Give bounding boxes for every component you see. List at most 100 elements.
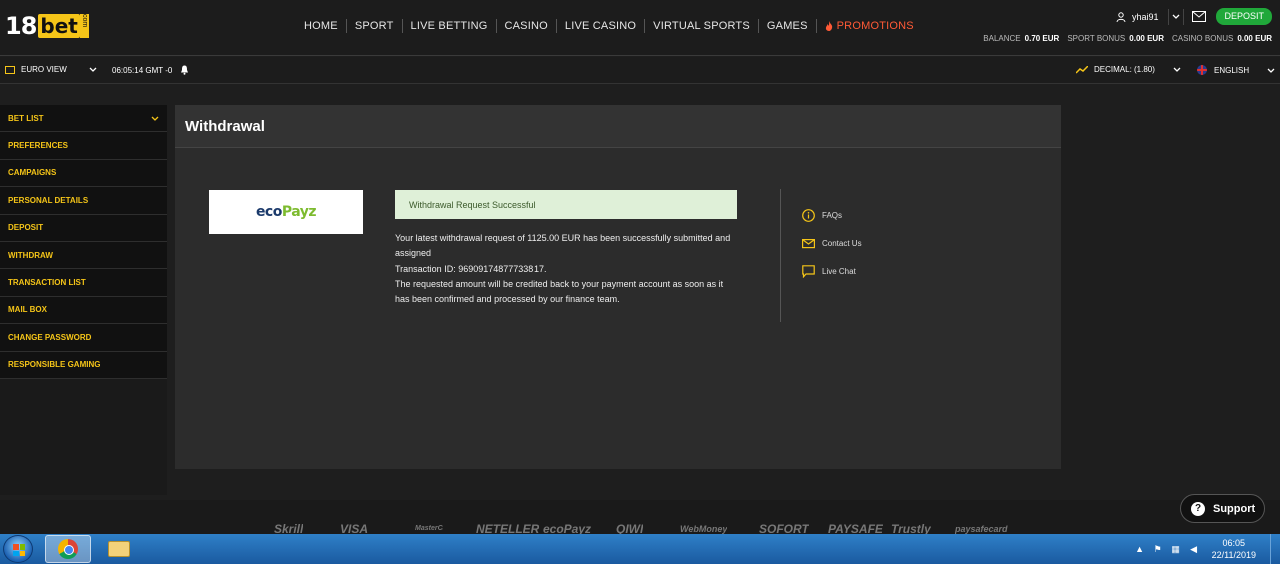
logo-number: 18 xyxy=(5,12,37,40)
logo-part-eco: eco xyxy=(255,204,282,220)
taskbar-chrome[interactable] xyxy=(45,535,91,563)
logo-word: bet xyxy=(38,14,80,38)
nav-virtual-sports[interactable]: VIRTUAL SPORTS xyxy=(645,19,759,33)
sidebar-item-change-password[interactable]: CHANGE PASSWORD xyxy=(0,324,167,352)
clock: 06:05:14 GMT -0 xyxy=(112,65,189,75)
tray-date: 22/11/2019 xyxy=(1211,550,1256,560)
chevron-down-icon xyxy=(1267,68,1275,73)
taskbar: ▲ ⚑ ▦ ◀ 06:05 22/11/2019 xyxy=(0,534,1280,564)
nav-home[interactable]: HOME xyxy=(296,19,347,33)
sidebar-item-campaigns[interactable]: CAMPAIGNS xyxy=(0,159,167,188)
windows-logo-icon xyxy=(13,544,25,556)
envelope-icon xyxy=(802,238,815,248)
skrill-logo: Skrill xyxy=(274,522,304,534)
site-logo[interactable]: 18 bet com xyxy=(5,12,89,40)
sidebar-item-personal-details[interactable]: PERSONAL DETAILS xyxy=(0,187,167,215)
bell-icon[interactable] xyxy=(180,65,189,75)
nav-casino[interactable]: CASINO xyxy=(497,19,557,33)
monitor-icon xyxy=(5,65,15,74)
sidebar-item-mail-box[interactable]: MAIL BOX xyxy=(0,296,167,325)
sport-bonus-value: 0.00 EUR xyxy=(1129,34,1164,43)
taskbar-explorer[interactable] xyxy=(96,535,142,563)
contact-us-link[interactable]: Contact Us xyxy=(802,229,862,257)
top-header: 18 bet com HOME SPORT LIVE BETTING CASIN… xyxy=(0,0,1280,56)
show-hidden-icon[interactable]: ▲ xyxy=(1134,544,1146,554)
start-button[interactable] xyxy=(3,535,33,563)
tray-clock[interactable]: 06:05 22/11/2019 xyxy=(1212,537,1256,561)
withdrawal-panel: Withdrawal ecoPayz Withdrawal Request Su… xyxy=(175,105,1061,469)
sidebar-item-preferences[interactable]: PREFERENCES xyxy=(0,132,167,160)
paysafe-logo: PAYSAFE xyxy=(828,522,883,534)
nav-live-casino[interactable]: LIVE CASINO xyxy=(557,19,646,33)
sidebar-item-label: WITHDRAW xyxy=(8,250,53,260)
sidebar-item-responsible-gaming[interactable]: RESPONSIBLE GAMING xyxy=(0,351,167,379)
show-desktop-button[interactable] xyxy=(1270,534,1280,564)
trustly-logo: Trustly xyxy=(891,522,931,534)
odds-icon xyxy=(1076,65,1088,74)
sidebar-item-label: TRANSACTION LIST xyxy=(8,278,86,288)
support-button[interactable]: ? Support xyxy=(1180,494,1265,523)
confirmation-message: Your latest withdrawal request of 1125.0… xyxy=(395,231,740,307)
success-alert: Withdrawal Request Successful xyxy=(395,190,737,219)
casino-bonus: CASINO BONUS 0.00 EUR xyxy=(1172,34,1272,43)
account-sidebar: BET LIST PREFERENCES CAMPAIGNS PERSONAL … xyxy=(0,105,167,495)
account-dropdown[interactable] xyxy=(1168,8,1185,25)
tray-time: 06:05 xyxy=(1222,538,1246,548)
nav-sport[interactable]: SPORT xyxy=(347,19,403,33)
balances: BALANCE 0.70 EUR SPORT BONUS 0.00 EUR CASI… xyxy=(975,34,1272,43)
sidebar-item-label: CAMPAIGNS xyxy=(8,168,57,178)
mastercard-logo: MasterCard xyxy=(415,525,443,532)
help-links: FAQs Contact Us Live Chat xyxy=(802,201,862,285)
sidebar-item-label: MAIL BOX xyxy=(8,305,47,315)
chevron-down-icon xyxy=(151,116,159,121)
nav-live-betting[interactable]: LIVE BETTING xyxy=(403,19,497,33)
message-line: The requested amount will be credited ba… xyxy=(395,278,724,305)
live-chat-link[interactable]: Live Chat xyxy=(802,257,862,285)
faqs-label: FAQs xyxy=(822,210,843,220)
deposit-button[interactable]: DEPOSIT xyxy=(1216,8,1272,25)
neteller-logo: NETELLER xyxy=(476,522,540,534)
action-center-icon[interactable]: ⚑ xyxy=(1152,544,1164,554)
sidebar-item-label: DEPOSIT xyxy=(8,223,44,233)
sidebar-item-deposit[interactable]: DEPOSIT xyxy=(0,214,167,242)
chevron-down-icon xyxy=(1173,14,1180,19)
panel-header: Withdrawal xyxy=(175,105,1061,148)
sidebar-item-label: RESPONSIBLE GAMING xyxy=(8,360,101,370)
view-label: EURO VIEW xyxy=(21,65,67,74)
username[interactable]: yhai91 xyxy=(1132,12,1159,22)
odds-format-selector[interactable]: DECIMAL: (1.80) xyxy=(1076,65,1181,74)
clock-text: 06:05:14 GMT -0 xyxy=(112,65,173,75)
info-icon xyxy=(802,208,815,222)
system-tray: ▲ ⚑ ▦ ◀ 06:05 22/11/2019 xyxy=(1128,534,1280,564)
message-line: Your latest withdrawal request of 1125.0… xyxy=(395,233,731,259)
network-icon[interactable]: ▦ xyxy=(1170,544,1182,554)
sidebar-item-withdraw[interactable]: WITHDRAW xyxy=(0,241,167,270)
tray-icons: ▲ ⚑ ▦ ◀ xyxy=(1128,544,1200,554)
casino-bonus-value: 0.00 EUR xyxy=(1237,34,1272,43)
sidebar-item-transaction-list[interactable]: TRANSACTION LIST xyxy=(0,269,167,297)
language-label: ENGLISH xyxy=(1214,65,1250,75)
logo-tld: com xyxy=(79,14,89,38)
visa-logo: VISA xyxy=(340,522,369,534)
divider xyxy=(780,189,781,322)
language-selector[interactable]: ENGLISH xyxy=(1197,65,1275,75)
volume-icon[interactable]: ◀ xyxy=(1188,544,1200,554)
view-selector[interactable]: EURO VIEW xyxy=(5,65,97,74)
casino-bonus-label: CASINO BONUS xyxy=(1171,34,1234,43)
user-area: yhai91 DEPOSIT xyxy=(1116,8,1272,25)
sport-bonus: SPORT BONUS 0.00 EUR xyxy=(1067,34,1164,43)
uk-flag-icon xyxy=(1197,65,1207,75)
transaction-id: Transaction ID: 969091748777338 17. xyxy=(395,263,547,274)
balance-value: 0.70 EUR xyxy=(1024,34,1060,43)
mail-icon[interactable] xyxy=(1192,11,1207,22)
sidebar-item-bet-list[interactable]: BET LIST xyxy=(0,105,167,133)
sofort-logo: SOFORT xyxy=(759,522,809,534)
chat-bubble-icon xyxy=(802,264,815,278)
nav-promotions[interactable]: PROMOTIONS xyxy=(817,19,922,33)
nav-games[interactable]: GAMES xyxy=(759,19,817,33)
ecopayz-footer-logo: ecoPayz xyxy=(543,522,592,534)
balance: BALANCE 0.70 EUR xyxy=(983,34,1059,43)
qiwi-logo: QIWI xyxy=(616,522,644,534)
sidebar-item-label: CHANGE PASSWORD xyxy=(8,332,92,342)
faqs-link[interactable]: FAQs xyxy=(802,201,862,229)
